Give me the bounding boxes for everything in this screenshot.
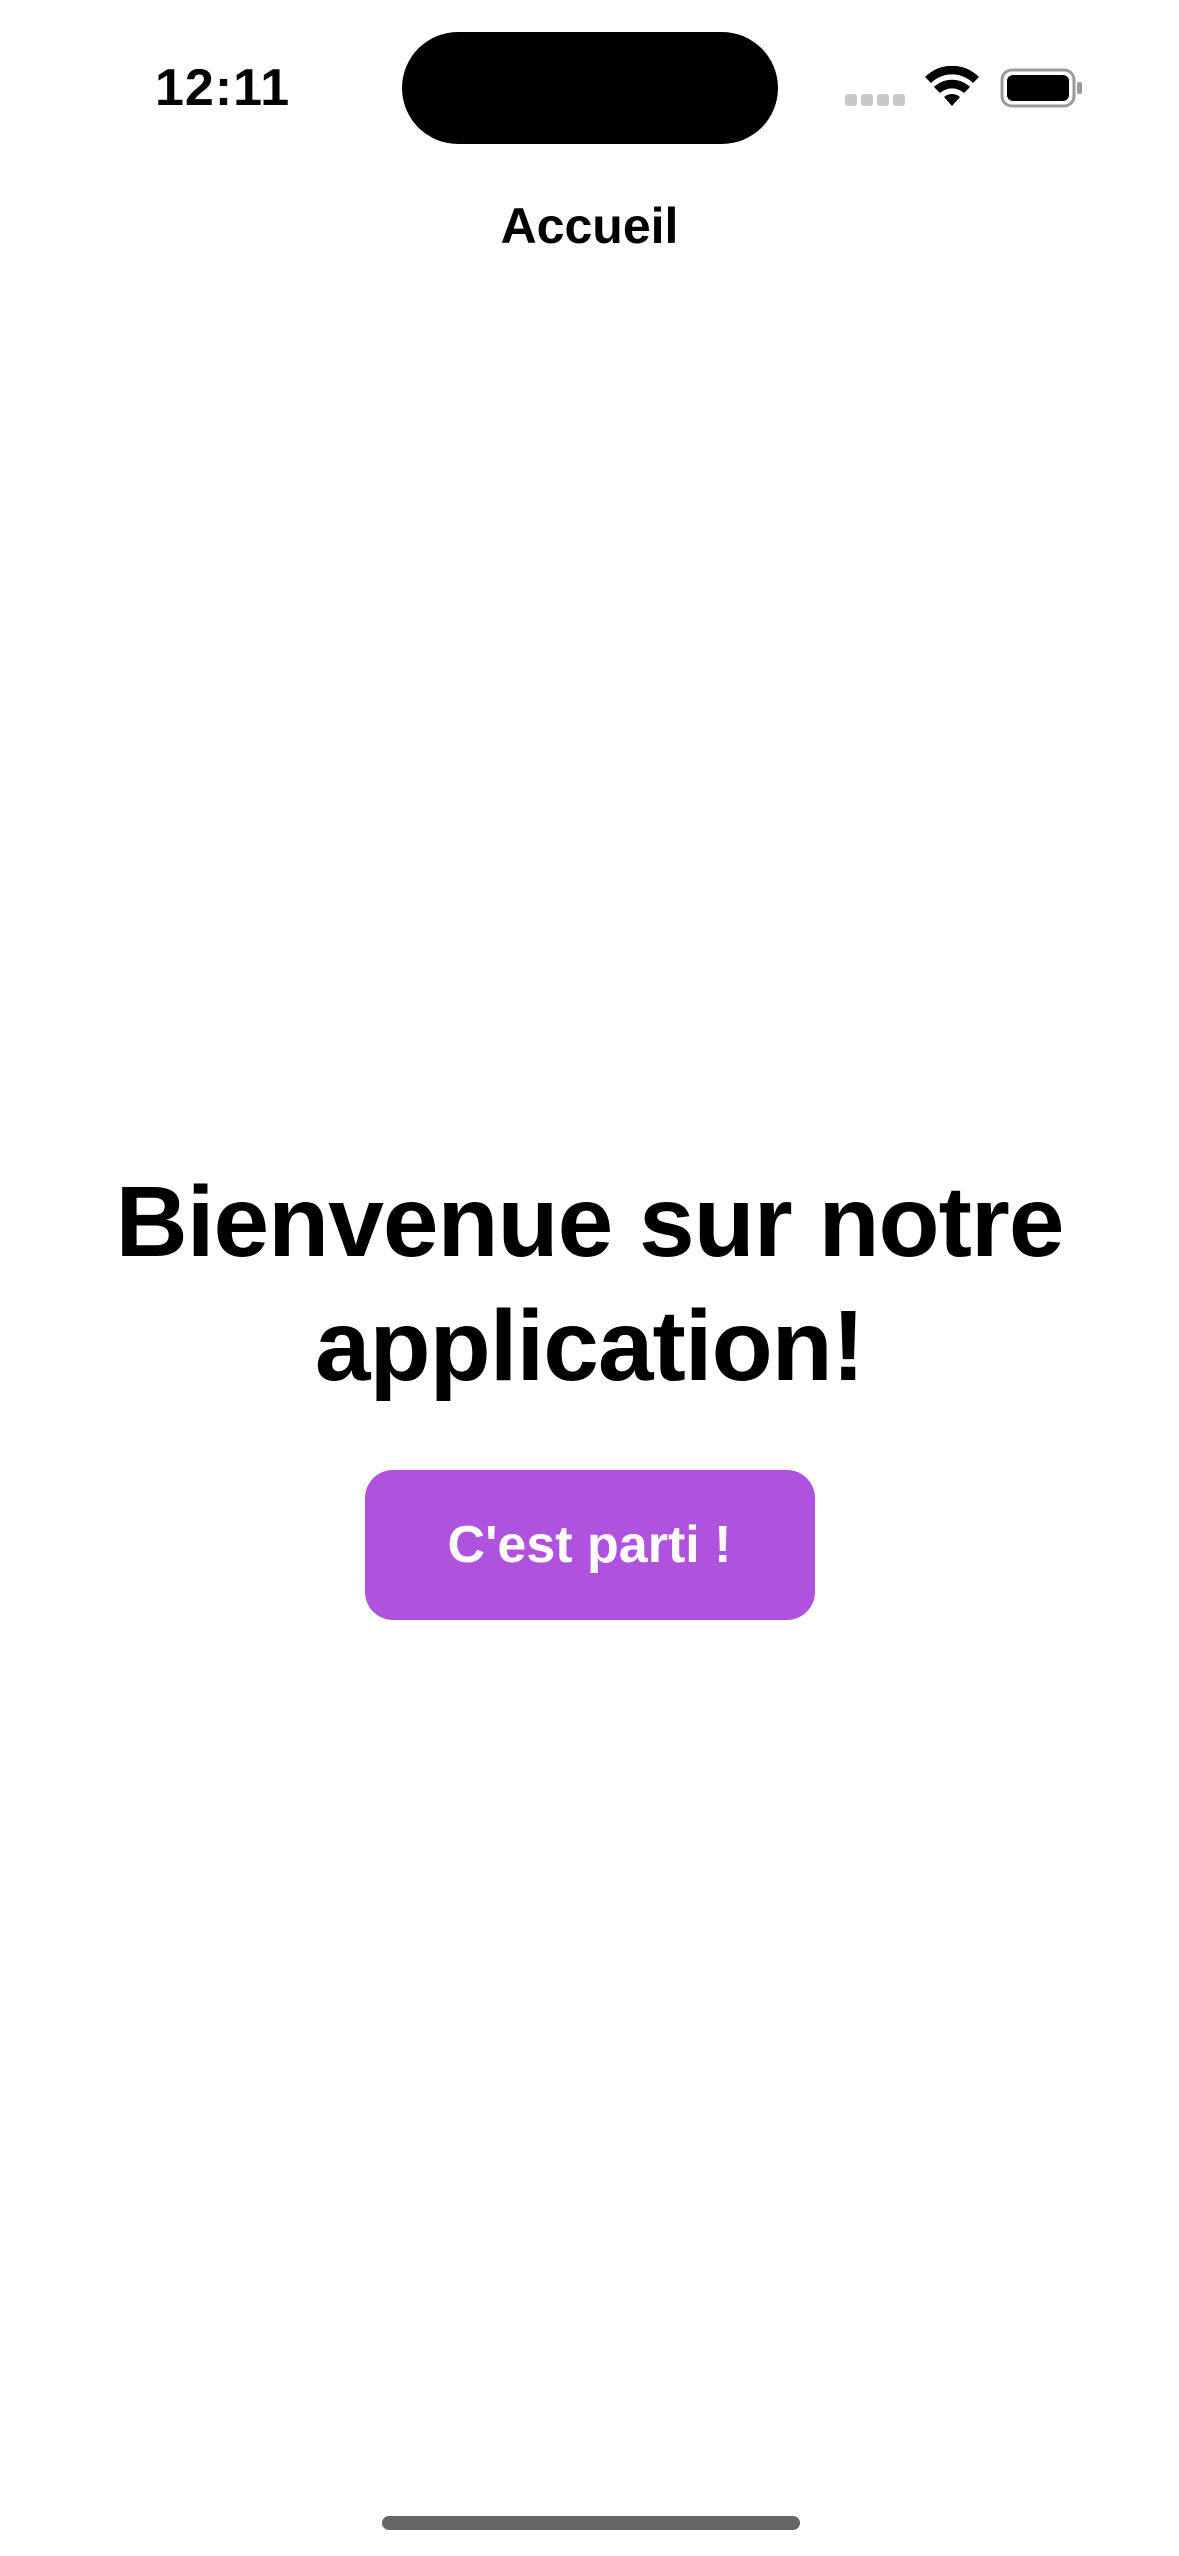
battery-icon	[1000, 68, 1082, 108]
signal-icon	[845, 94, 905, 106]
wifi-icon	[925, 66, 979, 106]
welcome-heading: Bienvenue sur notre application!	[115, 1166, 1065, 1402]
main-content: Bienvenue sur notre application! C'est p…	[0, 1160, 1179, 1620]
page-title: Accueil	[500, 198, 679, 254]
home-indicator[interactable]	[382, 2516, 800, 2530]
status-time: 12:11	[155, 59, 291, 117]
dynamic-island	[402, 32, 778, 144]
status-bar: 12:11	[0, 0, 1179, 170]
start-button[interactable]: C'est parti !	[364, 1470, 815, 1620]
